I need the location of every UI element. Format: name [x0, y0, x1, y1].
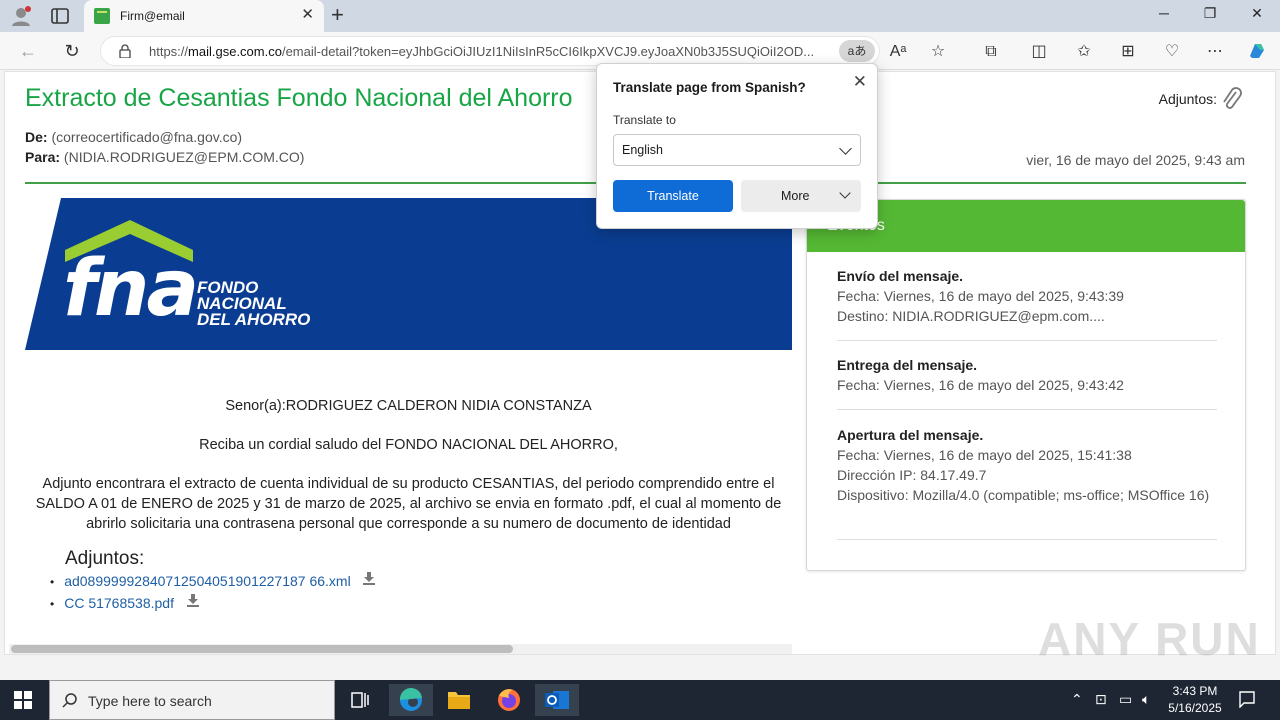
translate-button[interactable]: Translate	[613, 180, 733, 212]
back-icon[interactable]: ←	[17, 40, 39, 62]
event-opened: Apertura del mensaje. Fecha: Viernes, 16…	[837, 427, 1210, 503]
extensions-icon[interactable]: ⧉	[980, 41, 1002, 63]
tab-title: Firm@email	[120, 9, 185, 23]
windows-start-icon[interactable]	[14, 691, 32, 709]
taskbar-search[interactable]: Type here to search	[49, 680, 335, 720]
salute-text: Reciba un cordial saludo del FONDO NACIO…	[199, 437, 618, 453]
clock-time: 3:43 PM	[1172, 684, 1218, 698]
download-icon[interactable]	[186, 593, 200, 607]
scrollbar-thumb[interactable]	[11, 645, 513, 653]
translate-to-label: Translate to	[613, 113, 676, 127]
more-button[interactable]: More	[741, 180, 861, 212]
favorite-star-icon[interactable]: ☆	[927, 41, 949, 63]
chevron-down-icon	[839, 187, 851, 199]
events-panel: Eventos Envío del mensaje. Fecha: Vierne…	[806, 199, 1246, 571]
performance-icon[interactable]: ♡	[1161, 41, 1183, 63]
attachments-header: Adjuntos:	[1158, 91, 1217, 107]
tray-expand-icon[interactable]: ⌃	[1071, 691, 1083, 708]
favorites-icon[interactable]: ✩	[1073, 41, 1095, 63]
event-delivered: Entrega del mensaje. Fecha: Viernes, 16 …	[837, 357, 1124, 393]
tab-actions-icon[interactable]	[50, 7, 70, 25]
refresh-icon[interactable]: ↻	[61, 40, 83, 62]
volume-icon[interactable]: 🔈︎	[1142, 691, 1150, 708]
address-bar[interactable]: https://mail.gse.com.co/email-detail?tok…	[100, 36, 880, 66]
event-divider	[837, 539, 1217, 540]
active-tab[interactable]: Firm@email ✕	[84, 0, 324, 32]
site-favicon-icon	[94, 8, 110, 24]
notifications-icon[interactable]	[1238, 690, 1256, 708]
translate-page-icon[interactable]: aあ	[839, 40, 875, 62]
event-divider	[837, 409, 1217, 410]
translate-title: Translate page from Spanish?	[613, 80, 806, 95]
copilot-icon[interactable]	[1246, 40, 1268, 62]
email-subject: Extracto de Cesantias Fondo Nacional del…	[25, 84, 573, 112]
sender-address: (correocertificado@fna.gov.co)	[51, 129, 243, 145]
from-line: De: (correocertificado@fna.gov.co)	[25, 129, 243, 145]
lock-icon[interactable]	[119, 44, 131, 58]
new-tab-icon[interactable]: +	[331, 4, 344, 26]
body-paragraph: Adjunto encontrara el extracto de cuenta…	[35, 476, 782, 532]
search-icon	[62, 693, 77, 708]
horizontal-scrollbar[interactable]	[9, 644, 792, 654]
translate-popup: Translate page from Spanish? ✕ Translate…	[596, 63, 878, 229]
read-aloud-icon[interactable]: A͏ᵃ	[887, 41, 909, 63]
profile-icon[interactable]	[10, 5, 32, 27]
recipient-address: (NIDIA.RODRIGUEZ@EPM.COM.CO)	[63, 149, 305, 165]
window-close-icon[interactable]: ✕	[1234, 5, 1280, 22]
attachments-title: Adjuntos:	[65, 548, 145, 569]
greeting-text: Senor(a):RODRIGUEZ CALDERON NIDIA CONSTA…	[225, 398, 592, 414]
search-placeholder: Type here to search	[88, 693, 212, 709]
banner-white-wedge	[25, 198, 61, 350]
minimize-icon[interactable]: ─	[1141, 5, 1187, 21]
network-status-icon[interactable]: ⊡	[1095, 691, 1107, 708]
file-explorer-icon[interactable]	[437, 684, 481, 716]
restore-icon[interactable]: ❐	[1187, 5, 1233, 22]
clock-date: 5/16/2025	[1168, 701, 1222, 715]
attachment-link-xml[interactable]: ad08999992840712504051901227187 66.xml	[50, 573, 351, 589]
email-date: vier, 16 de mayo del 2025, 9:43 am	[1026, 152, 1245, 168]
taskbar: Type here to search ⌃ ⊡ ▭ 🔈︎ 3:43 PM 5/1…	[0, 680, 1280, 720]
network-icon[interactable]: ▭	[1119, 691, 1132, 708]
event-sent: Envío del mensaje. Fecha: Viernes, 16 de…	[837, 268, 1124, 324]
fna-logo: fna	[63, 244, 199, 334]
close-popup-icon[interactable]: ✕	[853, 72, 867, 92]
taskbar-clock[interactable]: 3:43 PM 5/16/2025	[1160, 683, 1230, 717]
outlook-icon[interactable]	[535, 684, 579, 716]
event-divider	[837, 340, 1217, 341]
paperclip-icon[interactable]	[1221, 86, 1243, 114]
more-menu-icon[interactable]: ⋯	[1204, 41, 1226, 63]
anyrun-watermark: ANY RUN	[1038, 613, 1261, 665]
to-line: Para: (NIDIA.RODRIGUEZ@EPM.COM.CO)	[25, 149, 305, 165]
chevron-down-icon	[839, 142, 852, 155]
download-icon[interactable]	[362, 571, 376, 585]
split-screen-icon[interactable]: ◫	[1028, 41, 1050, 63]
tab-bar: Firm@email ✕ + ─ ❐ ✕	[0, 0, 1280, 32]
fna-name: FONDO NACIONAL DEL AHORRO	[197, 278, 311, 329]
firefox-icon[interactable]	[487, 684, 531, 716]
edge-taskbar-icon[interactable]	[389, 684, 433, 716]
close-tab-icon[interactable]: ✕	[301, 7, 314, 23]
attachment-link-pdf[interactable]: CC 51768538.pdf	[50, 595, 174, 611]
language-select[interactable]: English	[613, 134, 861, 166]
task-view-icon[interactable]	[338, 684, 382, 716]
url-text[interactable]: https://mail.gse.com.co/email-detail?tok…	[149, 44, 839, 59]
collections-icon[interactable]: ⊞	[1117, 41, 1139, 63]
